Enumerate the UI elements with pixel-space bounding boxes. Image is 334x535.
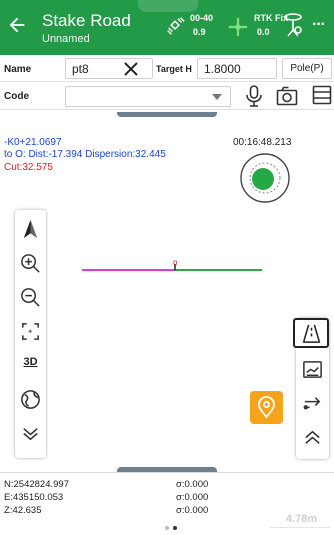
collapse-down-icon[interactable]: [19, 422, 42, 445]
view-3d-label: 3D: [23, 356, 38, 368]
code-select[interactable]: [65, 86, 231, 107]
stake-point-button[interactable]: [250, 391, 283, 424]
sigma-n-value: σ:0.000: [176, 479, 209, 490]
elevation-value: Z:42.635: [4, 505, 42, 516]
collapse-up-icon[interactable]: [301, 426, 324, 449]
satellite-icon[interactable]: [165, 15, 187, 37]
fix-value: 0.0: [257, 27, 270, 37]
left-toolbar: 3D: [15, 210, 46, 458]
sigma-e-value: σ:0.000: [176, 492, 209, 503]
receiver-icon[interactable]: [282, 12, 304, 38]
chevron-down-icon: [212, 94, 222, 100]
station-readout: -K0+21.0697: [4, 137, 62, 148]
target-indicator-icon: [240, 153, 290, 203]
page-subtitle: Unnamed: [42, 33, 90, 45]
microphone-icon[interactable]: [244, 85, 264, 107]
elapsed-timer: 00:16:48.213: [233, 137, 292, 148]
direction-arrows-icon[interactable]: [301, 392, 324, 415]
target-h-input[interactable]: 1.8000: [197, 58, 277, 79]
camera-icon[interactable]: [276, 86, 298, 106]
app-header: Stake Road Unnamed 00-40 0.9 RTK Fix 0.0…: [0, 0, 334, 55]
target-h-label: Target H: [156, 64, 192, 74]
road-line-right: [175, 269, 262, 271]
zoom-in-icon[interactable]: [19, 252, 42, 275]
distance-readout: to O: Dist:-17.394 Dispersion:32.445: [4, 149, 166, 160]
header-notch: [138, 0, 198, 12]
north-arrow-icon[interactable]: [19, 218, 42, 241]
code-list-icon[interactable]: [312, 85, 332, 105]
pole-select[interactable]: Pole(P): [282, 58, 332, 79]
page-title: Stake Road: [42, 11, 131, 30]
sigma-z-value: σ:0.000: [176, 505, 209, 516]
road-line-left: [82, 269, 175, 271]
map-scale: 4.78m: [286, 513, 318, 525]
road-design-icon: [302, 324, 321, 343]
name-label: Name: [4, 64, 32, 75]
cross-section-icon[interactable]: [301, 358, 324, 381]
back-arrow-icon[interactable]: [6, 14, 28, 36]
more-menu-icon[interactable]: ···: [312, 16, 326, 34]
northing-value: N:2542824.997: [4, 479, 69, 490]
page-dot-2[interactable]: [173, 526, 177, 530]
rtk-status-icon[interactable]: [227, 16, 249, 38]
easting-value: E:435150.053: [4, 492, 64, 503]
view-3d-button[interactable]: 3D: [19, 354, 42, 377]
cut-readout: Cut:32.575: [4, 162, 53, 173]
zoom-extent-icon[interactable]: [19, 320, 42, 343]
name-row: Name pt8 Target H 1.8000 Pole(P): [0, 55, 334, 82]
origin-marker: o: [173, 258, 178, 267]
clear-icon[interactable]: [122, 60, 140, 78]
code-label: Code: [4, 91, 29, 102]
page-dot-1[interactable]: [165, 526, 169, 530]
stake-road-mode-button[interactable]: [293, 318, 329, 348]
top-drawer-handle[interactable]: [117, 112, 217, 117]
globe-icon[interactable]: [19, 388, 42, 411]
scale-bar: [270, 527, 330, 528]
satellite-precision: 0.9: [193, 27, 206, 37]
zoom-out-icon[interactable]: [19, 286, 42, 309]
location-pin-icon: [258, 396, 275, 419]
satellite-count: 00-40: [190, 13, 214, 23]
page-indicator: [165, 526, 179, 532]
